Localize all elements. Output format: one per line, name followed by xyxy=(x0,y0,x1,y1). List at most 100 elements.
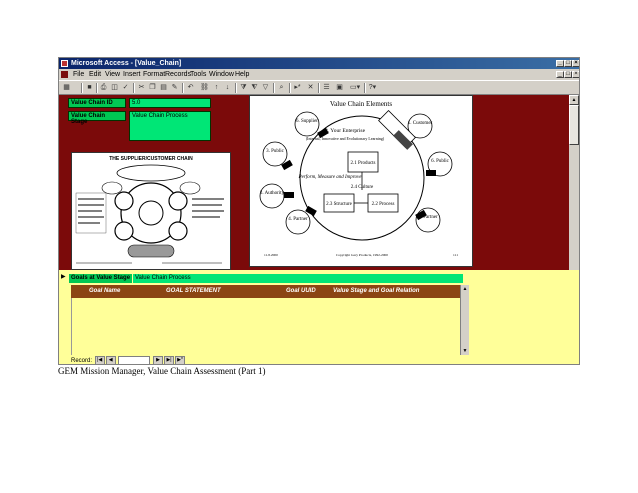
node-partner-right-label: 5. Partner xyxy=(418,215,438,220)
value-chain-id-label: Value Chain ID xyxy=(68,98,126,108)
record-selector-icon[interactable]: ▶ xyxy=(61,273,66,280)
value-chain-stage-label: Value Chain Stage xyxy=(68,111,126,125)
goals-value-stage-field[interactable]: Value Chain Process xyxy=(133,274,463,283)
toolbar-separator xyxy=(318,83,320,93)
value-chain-stage-field[interactable]: Value Chain Process xyxy=(129,111,211,141)
new-object-icon[interactable]: ▭▾ xyxy=(350,84,360,92)
figure-caption: GEM Mission Manager, Value Chain Assessm… xyxy=(58,366,266,376)
filter-by-form-icon[interactable]: ⧨ xyxy=(250,84,259,92)
help-icon[interactable]: ?▾ xyxy=(368,84,377,92)
value-chain-drawing: 6. Supplier 3. Public 3. Authority 4. Pa… xyxy=(259,110,458,258)
menu-help[interactable]: Help xyxy=(235,69,249,80)
format-painter-icon[interactable]: ✎ xyxy=(170,84,179,92)
spelling-icon[interactable]: ✓ xyxy=(121,84,130,92)
filter-by-selection-icon[interactable]: ⧩ xyxy=(239,84,248,92)
cut-icon[interactable]: ✂ xyxy=(137,84,146,92)
window-title: Microsoft Access - [Value_Chain] xyxy=(71,60,182,67)
node-partner-left-label: 4. Partner xyxy=(288,217,308,222)
footer-center: Copyright Gary Products, 1992-2000 xyxy=(336,253,388,258)
toolbar-separator xyxy=(273,83,275,93)
supplier-customer-chain-image: THE SUPPLIER/CUSTOMER CHAIN xyxy=(71,152,231,270)
save-icon[interactable]: ■ xyxy=(85,84,94,92)
node-public-right-label: 6. Public xyxy=(431,159,450,164)
menu-file[interactable]: File xyxy=(73,69,84,80)
maximize-button[interactable]: □ xyxy=(564,60,572,67)
print-icon[interactable]: ⎙ xyxy=(99,84,108,92)
subform-background xyxy=(469,270,579,364)
center-perform-label: Perform, Measure and Improve xyxy=(298,175,363,180)
delete-record-icon[interactable]: ✕ xyxy=(306,84,315,92)
goals-subform: ▶ Goals at Value Stage Value Chain Proce… xyxy=(59,270,469,365)
copy-icon[interactable]: ❐ xyxy=(148,84,157,92)
last-record-button[interactable]: ▶| xyxy=(164,356,175,364)
node-public-label: 3. Public xyxy=(266,149,285,154)
supplier-chain-drawing xyxy=(75,164,224,264)
minimize-button[interactable]: _ xyxy=(556,60,564,67)
form-icon xyxy=(61,71,68,78)
node-supplier-label: 6. Supplier xyxy=(296,119,318,124)
access-window: Microsoft Access - [Value_Chain] _ □ × F… xyxy=(58,57,580,365)
new-record-nav-button[interactable]: ▶* xyxy=(175,356,186,364)
menu-tools[interactable]: Tools xyxy=(190,69,206,80)
next-record-button[interactable]: ▶ xyxy=(153,356,164,364)
close-button[interactable]: × xyxy=(572,60,579,67)
scroll-thumb[interactable] xyxy=(569,105,579,145)
record-number-field[interactable] xyxy=(118,356,151,364)
print-preview-icon[interactable]: ◫ xyxy=(110,84,119,92)
menu-bar: File Edit View Insert Format Records Too… xyxy=(59,69,579,80)
paste-icon[interactable]: ▤ xyxy=(159,84,168,92)
grid-scroll-up-icon[interactable]: ▲ xyxy=(461,285,469,293)
doc-minimize-button[interactable]: _ xyxy=(556,71,564,78)
sort-ascending-icon[interactable]: ↑ xyxy=(212,84,221,92)
toolbar-separator xyxy=(364,83,366,93)
database-window-icon[interactable]: ▣ xyxy=(335,84,344,92)
node-customer-label: 1. Customer xyxy=(408,121,433,126)
goals-at-value-stage-label: Goals at Value Stage xyxy=(69,274,133,283)
toolbar-separator xyxy=(96,83,98,93)
sort-descending-icon[interactable]: ↓ xyxy=(223,84,232,92)
previous-record-button[interactable]: ◀ xyxy=(105,356,116,364)
node-authority-label: 3. Authority xyxy=(260,191,285,196)
menu-window[interactable]: Window xyxy=(209,69,234,80)
menu-edit[interactable]: Edit xyxy=(89,69,101,80)
undo-icon[interactable]: ↶ xyxy=(186,84,195,92)
first-record-button[interactable]: |◀ xyxy=(94,356,105,364)
diagram2-title: Value Chain Elements xyxy=(329,100,393,108)
node-structure-label: 2.3 Structure xyxy=(326,202,353,207)
apply-filter-icon[interactable]: ▽ xyxy=(261,84,270,92)
design-view-icon[interactable]: ▦ xyxy=(62,84,71,92)
node-enterprise-sub-label: (Internal, Innovative and Evolutionary L… xyxy=(306,136,385,142)
record-navigator: Record: |◀ ◀ ▶ ▶| ▶* xyxy=(71,356,186,365)
goals-grid-scrollbar[interactable]: ▲ ▼ xyxy=(460,285,469,355)
toolbar-separator xyxy=(235,83,237,93)
properties-icon[interactable]: ☰ xyxy=(322,84,331,92)
footer-left: 11.8.2000 xyxy=(264,253,278,257)
form-scrollbar[interactable]: ▲ xyxy=(569,95,579,270)
column-goal-uuid[interactable]: Goal UUID xyxy=(286,285,316,298)
goals-grid-body[interactable] xyxy=(71,298,461,355)
menu-records[interactable]: Records xyxy=(165,69,191,80)
record-label: Record: xyxy=(71,358,93,365)
doc-restore-button[interactable]: □ xyxy=(564,71,572,78)
insert-hyperlink-icon[interactable]: ⛓ xyxy=(200,84,209,92)
value-chain-form: Value Chain ID 5.0 Value Chain Stage Val… xyxy=(59,95,569,270)
value-chain-id-field[interactable]: 5.0 xyxy=(129,98,211,108)
toolbar-separator xyxy=(289,83,291,93)
menu-format[interactable]: Format xyxy=(143,69,165,80)
column-goal-name[interactable]: Goal Name xyxy=(89,285,120,298)
value-chain-elements-image: Value Chain Elements 6. Supplier 3. Publ… xyxy=(249,95,473,267)
access-app-icon xyxy=(61,60,68,67)
new-record-icon[interactable]: ▸* xyxy=(293,84,302,92)
column-goal-statement[interactable]: GOAL STATEMENT xyxy=(166,285,221,298)
menu-insert[interactable]: Insert xyxy=(123,69,141,80)
column-value-stage-relation[interactable]: Value Stage and Goal Relation xyxy=(333,285,419,298)
doc-close-button[interactable]: × xyxy=(572,71,579,78)
goals-grid-header: Goal Name GOAL STATEMENT Goal UUID Value… xyxy=(71,285,460,298)
menu-view[interactable]: View xyxy=(105,69,120,80)
node-process-label: 2.2 Process xyxy=(372,202,395,207)
grid-scroll-down-icon[interactable]: ▼ xyxy=(461,347,469,355)
scroll-up-icon[interactable]: ▲ xyxy=(569,95,579,105)
find-icon[interactable]: ⌕ xyxy=(277,84,286,92)
footer-right: 111 xyxy=(453,253,458,257)
toolbar: ▦ ■ ⎙ ◫ ✓ ✂ ❐ ▤ ✎ ↶ ⛓ ↑ ↓ ⧩ ⧨ ▽ ⌕ ▸* ✕ ☰… xyxy=(59,80,579,95)
